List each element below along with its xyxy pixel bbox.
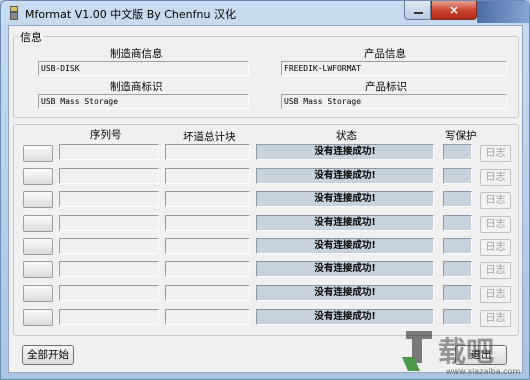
write-protect-field <box>443 261 472 277</box>
serial-field <box>59 168 159 184</box>
device-select-button[interactable] <box>23 261 53 278</box>
serial-field <box>59 238 159 254</box>
product-id-field: USB Mass Storage <box>281 94 507 109</box>
header-status: 状态 <box>336 130 357 142</box>
log-button[interactable]: 日志 <box>480 286 511 303</box>
device-select-button[interactable] <box>23 309 53 326</box>
write-protect-field <box>443 191 472 207</box>
status-field: 没有连接成功! <box>256 191 434 207</box>
log-button[interactable]: 日志 <box>480 262 511 279</box>
bad-block-field <box>165 261 250 277</box>
serial-field <box>59 309 159 325</box>
write-protect-field <box>443 144 472 160</box>
write-protect-field <box>443 238 472 254</box>
svg-text:www.xiazaiba.com: www.xiazaiba.com <box>446 367 520 376</box>
header-write-protect: 写保护 <box>445 130 477 142</box>
manufacturer-id-label: 制造商标识 <box>110 81 163 93</box>
product-info-field: FREEDIK-LWFORMAT <box>281 61 507 76</box>
device-select-button[interactable] <box>23 285 53 302</box>
log-button[interactable]: 日志 <box>480 169 511 186</box>
device-select-button[interactable] <box>23 215 53 232</box>
log-button[interactable]: 日志 <box>480 216 511 233</box>
product-id-label: 产品标识 <box>365 81 407 93</box>
serial-field <box>59 191 159 207</box>
status-field: 没有连接成功! <box>256 285 434 301</box>
device-select-button[interactable] <box>23 191 53 208</box>
log-button[interactable]: 日志 <box>480 145 511 162</box>
serial-field <box>59 215 159 231</box>
svg-text:载吧: 载吧 <box>438 335 494 368</box>
start-all-button[interactable]: 全部开始 <box>22 345 74 365</box>
close-button[interactable]: × <box>431 1 477 20</box>
log-button[interactable]: 日志 <box>480 192 511 209</box>
bad-block-field <box>165 144 250 160</box>
bad-block-field <box>165 215 250 231</box>
write-protect-field <box>443 215 472 231</box>
device-select-button[interactable] <box>23 168 53 185</box>
header-bad-block: 坏道总计块 <box>183 131 236 143</box>
status-field: 没有连接成功! <box>256 261 434 277</box>
client-area: 信息 制造商信息 USB-DISK 产品信息 FREEDIK-LWFORMAT … <box>8 25 523 373</box>
manufacturer-info-field: USB-DISK <box>38 61 249 76</box>
log-button[interactable]: 日志 <box>480 310 511 327</box>
title-bar[interactable]: Mformat V1.00 中文版 By Chenfnu 汉化 × <box>1 1 529 25</box>
status-field: 没有连接成功! <box>256 309 434 325</box>
application-window: Mformat V1.00 中文版 By Chenfnu 汉化 × 信息 制造商… <box>0 0 530 380</box>
status-field: 没有连接成功! <box>256 144 434 160</box>
write-protect-field <box>443 309 472 325</box>
window-title: Mformat V1.00 中文版 By Chenfnu 汉化 <box>25 8 236 21</box>
device-select-button[interactable] <box>23 238 53 255</box>
background-window-fragment <box>477 1 529 23</box>
serial-field <box>59 144 159 160</box>
write-protect-field <box>443 285 472 301</box>
bad-block-field <box>165 238 250 254</box>
device-select-button[interactable] <box>23 145 53 162</box>
bad-block-field <box>165 168 250 184</box>
bad-block-field <box>165 309 250 325</box>
bad-block-field <box>165 285 250 301</box>
app-icon <box>10 6 18 20</box>
status-field: 没有连接成功! <box>256 168 434 184</box>
serial-field <box>59 285 159 301</box>
site-watermark-logo: 载吧 www.xiazaiba.com <box>402 331 520 376</box>
bad-block-field <box>165 191 250 207</box>
log-button[interactable]: 日志 <box>480 239 511 256</box>
status-field: 没有连接成功! <box>256 238 434 254</box>
minimize-button[interactable] <box>404 1 431 20</box>
status-field: 没有连接成功! <box>256 215 434 231</box>
manufacturer-id-field: USB Mass Storage <box>38 94 249 109</box>
info-group-title: 信息 <box>18 29 44 45</box>
manufacturer-info-label: 制造商信息 <box>110 48 163 60</box>
product-info-label: 产品信息 <box>364 48 406 60</box>
header-serial: 序列号 <box>90 129 122 141</box>
write-protect-field <box>443 168 472 184</box>
serial-field <box>59 261 159 277</box>
